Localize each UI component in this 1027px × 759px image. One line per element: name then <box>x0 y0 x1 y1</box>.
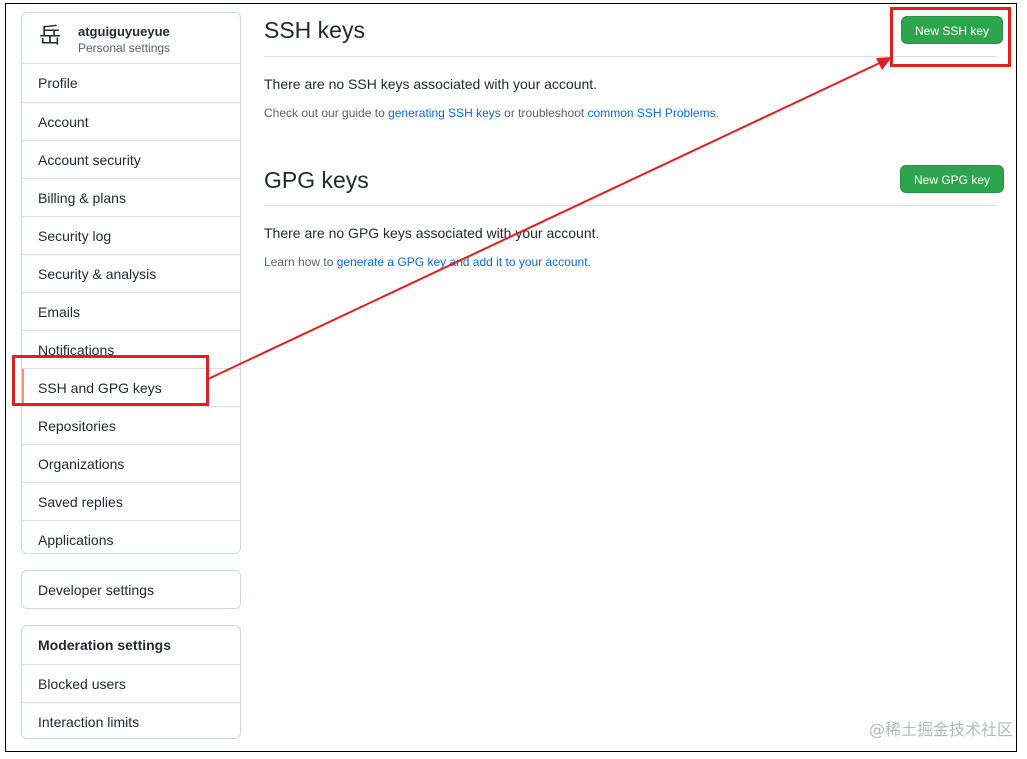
watermark: @稀土掘金技术社区 <box>868 720 1013 739</box>
annotation-arrow <box>205 57 892 381</box>
